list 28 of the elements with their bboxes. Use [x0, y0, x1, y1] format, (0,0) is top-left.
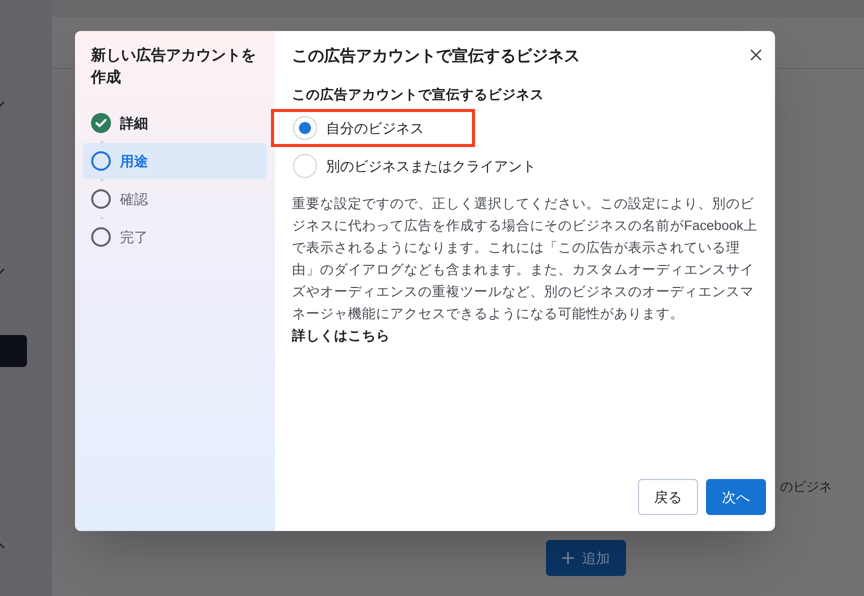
radio-button[interactable] — [293, 116, 317, 140]
chevron-icon — [0, 267, 6, 277]
chevron-icon — [0, 100, 6, 110]
chevron-icon — [0, 540, 6, 550]
radio-option[interactable]: 自分のビジネス — [271, 109, 475, 148]
radio-option[interactable]: 別のビジネスまたはクライアント — [271, 147, 587, 186]
close-button[interactable] — [750, 49, 762, 61]
connector-dots — [100, 141, 104, 143]
dialog-title: この広告アカウントで宣伝するビジネス — [292, 46, 580, 67]
circle-icon — [91, 151, 111, 171]
step-item[interactable]: 用途 — [83, 143, 267, 179]
check-circle-icon — [91, 113, 111, 133]
connector-dots — [100, 179, 104, 181]
dialog-sidebar-title: 新しい広告アカウントを作成 — [90, 46, 257, 88]
next-button[interactable]: 次へ — [706, 479, 766, 515]
step-item[interactable]: 確認 — [83, 181, 267, 217]
circle-icon — [91, 227, 111, 247]
question-label: この広告アカウントで宣伝するビジネス — [292, 86, 545, 104]
back-button[interactable]: 戻る — [638, 479, 698, 515]
radio-button[interactable] — [293, 154, 317, 178]
step-item[interactable]: 完了 — [83, 219, 267, 255]
circle-icon — [91, 189, 111, 209]
close-icon — [750, 49, 762, 61]
plus-icon — [562, 552, 574, 564]
description-text: 重要な設定ですので、正しく選択してください。この設定により、別のビジネスに代わって広告を作成する場合にそのビジネスの名前がFacebook上で表示されるようになります。これには「この広告が表示されている理由」のダイアログなども含まれます。また、カスタムオーディエンスサイズやオーディエンスの重複ツールなど、別のビジネスのオーディエンスマネージャ機能にアクセスできるようになる可能性があります。 詳しくはこちら — [292, 195, 758, 346]
page-text: のビジネ — [780, 478, 832, 496]
step-item[interactable]: 詳細 — [83, 105, 267, 141]
learn-more-link[interactable]: 詳しくはこちら — [292, 328, 390, 344]
